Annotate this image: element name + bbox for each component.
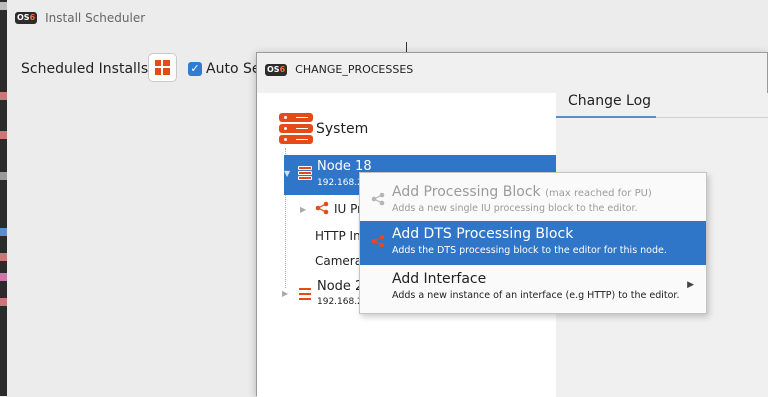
server-icon	[298, 287, 312, 301]
menu-item-note: (max reached for PU)	[545, 188, 652, 199]
share-icon	[315, 201, 329, 215]
menu-item-label: Add Interface	[392, 271, 487, 287]
expand-toggle-icon[interactable]: ▼	[284, 169, 290, 178]
window-title-bar: OS6 Install Scheduler	[15, 11, 145, 25]
auto-checkbox[interactable]: ✓	[188, 62, 202, 76]
tree-child-label[interactable]: IU Pr	[334, 202, 362, 216]
expand-toggle-icon[interactable]: ▶	[300, 205, 306, 214]
app-logo-icon: OS6	[265, 63, 288, 76]
divider	[406, 42, 407, 52]
menu-item-description: Adds the DTS processing block to the edi…	[392, 245, 667, 256]
node-ip: 192.168.2	[317, 178, 363, 188]
share-icon	[371, 192, 385, 206]
tree-root-label[interactable]: System	[316, 121, 368, 137]
context-menu: Add Processing Block (max reached for PU…	[359, 172, 707, 314]
tree-child-label[interactable]: Camera	[315, 254, 362, 268]
scheduled-installs-label: Scheduled Installs	[21, 61, 149, 77]
menu-item-add-interface[interactable]: Add Interface Adds a new instance of an …	[360, 266, 706, 310]
share-icon	[371, 234, 385, 248]
window-title: Install Scheduler	[45, 11, 146, 25]
submenu-arrow-icon: ▶	[687, 280, 694, 290]
dialog-title: CHANGE_PROCESSES	[295, 63, 414, 76]
menu-item-label: Add Processing Block	[392, 184, 541, 200]
app-logo-icon: OS6	[15, 12, 38, 24]
auto-label: Auto Se	[206, 61, 261, 77]
background-editor-strip	[0, 0, 7, 396]
menu-item-add-dts-processing-block[interactable]: Add DTS Processing Block Adds the DTS pr…	[360, 221, 706, 265]
menu-item-description: Adds a new instance of an interface (e.g…	[392, 290, 680, 301]
menu-item-add-processing-block[interactable]: Add Processing Block (max reached for PU…	[360, 179, 706, 223]
menu-item-label: Add DTS Processing Block	[392, 226, 574, 242]
scheduled-installs-button[interactable]	[148, 53, 177, 82]
node-name[interactable]: Node 2	[317, 279, 363, 294]
menu-item-description: Adds a new single IU processing block to…	[392, 203, 638, 214]
auto-checkbox-row[interactable]: ✓ Auto Se	[188, 61, 260, 77]
server-icon	[279, 113, 313, 144]
node-ip: 192.168.2	[317, 297, 363, 307]
tab-active-indicator	[556, 116, 656, 118]
tab-change-log[interactable]: Change Log	[568, 93, 651, 109]
grid-icon	[155, 60, 170, 75]
server-icon	[298, 166, 312, 180]
dialog-title-bar: OS6 CHANGE_PROCESSES	[265, 63, 413, 76]
expand-toggle-icon[interactable]: ▶	[282, 289, 288, 298]
tree-child-label[interactable]: HTTP In	[315, 229, 361, 243]
